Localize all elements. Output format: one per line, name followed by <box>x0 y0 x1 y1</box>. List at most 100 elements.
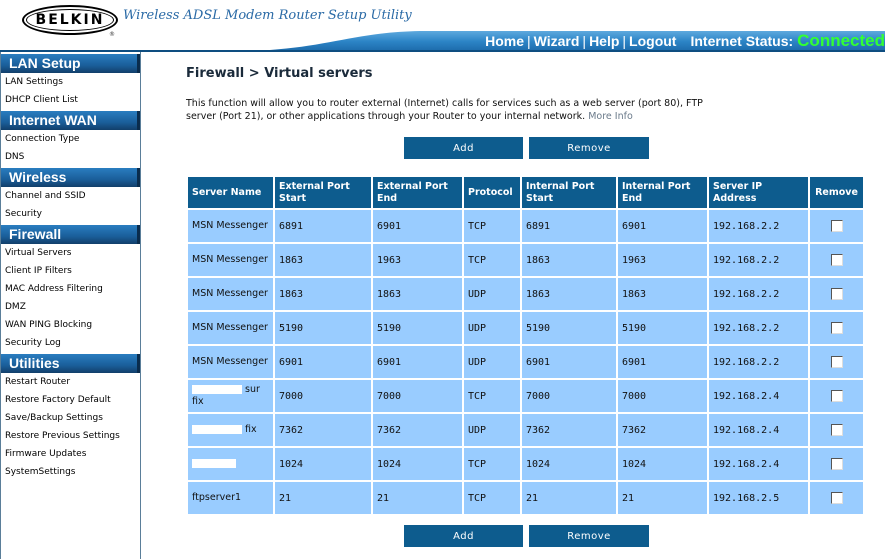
cell-server-name: ftpserver1 <box>186 480 275 516</box>
cell-internal-port-end: 21 <box>616 480 709 516</box>
cell-remove <box>808 344 865 380</box>
col-server-ip: Server IP Address <box>707 175 810 210</box>
remove-checkbox[interactable] <box>830 390 843 402</box>
sidebar-item-security[interactable]: Security <box>1 205 140 223</box>
sidebar-item-restore-factory-default[interactable]: Restore Factory Default <box>1 391 140 409</box>
table-row: MSN Messenger 1863 1963 TCP 1863 1963 192.168.… <box>186 242 865 278</box>
cell-external-port-end: 6901 <box>371 208 464 244</box>
table-row: MSN Messenger 1863 1863 UDP 1863 1863 192.168.… <box>186 276 865 312</box>
cell-internal-port-end: 1963 <box>616 242 709 278</box>
sidebar-item-wan-ping-blocking[interactable]: WAN PING Blocking <box>1 316 140 334</box>
cell-external-port-start: 7362 <box>273 412 373 448</box>
nav-home[interactable]: Home <box>485 33 524 49</box>
cell-server-name: fix <box>186 412 275 448</box>
cell-external-port-start: 6901 <box>273 344 373 380</box>
col-internal-port-end: Internal Port End <box>616 175 709 210</box>
sidebar-section-internet-wan: Internet WAN <box>1 111 140 130</box>
sidebar-section-lan-setup: LAN Setup <box>1 54 140 73</box>
cell-server-name: MSN Messenger <box>186 276 275 312</box>
col-external-port-end: External Port End <box>371 175 464 210</box>
remove-checkbox[interactable] <box>830 288 843 300</box>
sidebar-section-utilities: Utilities <box>1 354 140 373</box>
cell-server-name <box>186 446 275 482</box>
cell-protocol: UDP <box>462 412 522 448</box>
redacted-text <box>192 425 242 434</box>
sidebar-item-save-backup-settings[interactable]: Save/Backup Settings <box>1 409 140 427</box>
cell-protocol: TCP <box>462 242 522 278</box>
cell-internal-port-end: 1024 <box>616 446 709 482</box>
cell-remove <box>808 480 865 516</box>
nav-separator: | <box>622 33 627 49</box>
remove-checkbox[interactable] <box>830 322 843 334</box>
cell-protocol: TCP <box>462 208 522 244</box>
cell-server-ip: 192.168.2.4 <box>707 378 810 414</box>
table-row: MSN Messenger 5190 5190 UDP 5190 5190 192.168.… <box>186 310 865 346</box>
table-row: 1024 1024 TCP 1024 1024 192.168.2.4 <box>186 446 865 482</box>
sidebar-item-client-ip-filters[interactable]: Client IP Filters <box>1 262 140 280</box>
cell-external-port-end: 6901 <box>371 344 464 380</box>
table-header-row: Server Name External Port Start External… <box>186 175 865 210</box>
cell-protocol: UDP <box>462 310 522 346</box>
remove-button-bottom[interactable]: Remove <box>529 525 649 547</box>
sidebar-item-dhcp-client-list[interactable]: DHCP Client List <box>1 91 140 109</box>
cell-external-port-start: 1024 <box>273 446 373 482</box>
nav-logout[interactable]: Logout <box>629 33 676 49</box>
nav-separator: | <box>582 33 587 49</box>
sidebar-item-firmware-updates[interactable]: Firmware Updates <box>1 445 140 463</box>
internet-status-value: Connected <box>797 31 885 50</box>
col-protocol: Protocol <box>462 175 522 210</box>
cell-external-port-start: 7000 <box>273 378 373 414</box>
cell-protocol: TCP <box>462 446 522 482</box>
internet-status-label: Internet Status: <box>690 33 794 49</box>
table-row: sur fix 7000 7000 TCP 7000 7000 192.168.2.4 <box>186 378 865 414</box>
sidebar-item-restore-previous-settings[interactable]: Restore Previous Settings <box>1 427 140 445</box>
col-server-name: Server Name <box>186 175 275 210</box>
col-external-port-start: External Port Start <box>273 175 373 210</box>
more-info-link[interactable]: More Info <box>588 111 633 122</box>
sidebar-item-virtual-servers[interactable]: Virtual Servers <box>1 244 140 262</box>
sidebar-item-security-log[interactable]: Security Log <box>1 334 140 352</box>
cell-internal-port-start: 1863 <box>520 242 618 278</box>
cell-internal-port-start: 21 <box>520 480 618 516</box>
remove-checkbox[interactable] <box>830 220 843 232</box>
cell-internal-port-start: 6891 <box>520 208 618 244</box>
remove-checkbox[interactable] <box>830 356 843 368</box>
cell-external-port-end: 1963 <box>371 242 464 278</box>
sidebar-item-dmz[interactable]: DMZ <box>1 298 140 316</box>
app-title: Wireless ADSL Modem Router Setup Utility <box>123 8 412 23</box>
cell-external-port-start: 1863 <box>273 276 373 312</box>
page-title: Firewall > Virtual servers <box>186 66 373 81</box>
sidebar-item-restart-router[interactable]: Restart Router <box>1 373 140 391</box>
sidebar-item-dns[interactable]: DNS <box>1 148 140 166</box>
remove-checkbox[interactable] <box>830 458 843 470</box>
cell-remove <box>808 446 865 482</box>
table-row: MSN Messenger 6901 6901 UDP 6901 6901 192.168.… <box>186 344 865 380</box>
nav-wizard[interactable]: Wizard <box>534 33 580 49</box>
cell-protocol: UDP <box>462 276 522 312</box>
remove-checkbox[interactable] <box>830 492 843 504</box>
cell-server-name: MSN Messenger <box>186 344 275 380</box>
cell-external-port-start: 6891 <box>273 208 373 244</box>
cell-external-port-start: 1863 <box>273 242 373 278</box>
cell-internal-port-start: 5190 <box>520 310 618 346</box>
remove-checkbox[interactable] <box>830 254 843 266</box>
cell-server-name: MSN Messenger <box>186 208 275 244</box>
sidebar-item-mac-address-filtering[interactable]: MAC Address Filtering <box>1 280 140 298</box>
add-button-top[interactable]: Add <box>404 137 523 159</box>
remove-checkbox[interactable] <box>830 424 843 436</box>
nav-help[interactable]: Help <box>589 33 619 49</box>
description: This function will allow you to router e… <box>186 97 726 123</box>
cell-remove <box>808 378 865 414</box>
redacted-text <box>192 385 242 394</box>
cell-server-ip: 192.168.2.4 <box>707 412 810 448</box>
cell-internal-port-start: 1024 <box>520 446 618 482</box>
cell-protocol: TCP <box>462 378 522 414</box>
sidebar-item-channel-ssid[interactable]: Channel and SSID <box>1 187 140 205</box>
remove-button-top[interactable]: Remove <box>529 137 649 159</box>
sidebar-item-lan-settings[interactable]: LAN Settings <box>1 73 140 91</box>
sidebar-item-connection-type[interactable]: Connection Type <box>1 130 140 148</box>
cell-server-ip: 192.168.2.2 <box>707 208 810 244</box>
sidebar-item-system-settings[interactable]: SystemSettings <box>1 463 140 481</box>
cell-server-ip: 192.168.2.2 <box>707 242 810 278</box>
add-button-bottom[interactable]: Add <box>404 525 523 547</box>
